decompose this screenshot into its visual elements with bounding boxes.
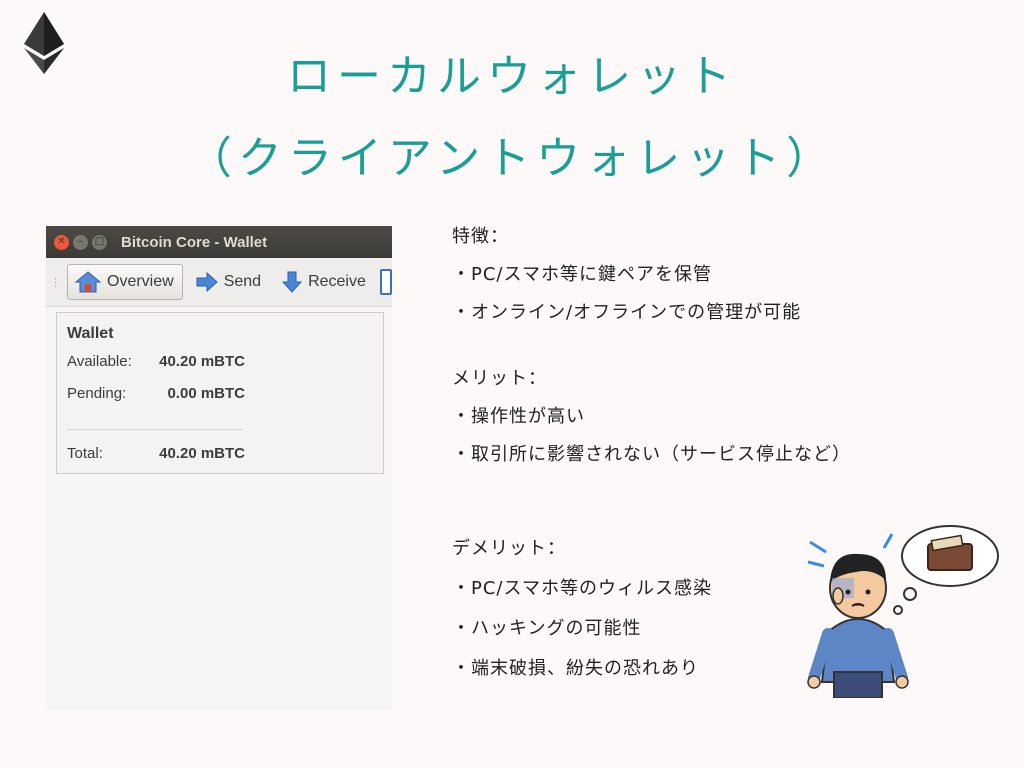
available-value: 40.20 mBTC bbox=[159, 353, 245, 370]
pending-row: Pending: 0.00 mBTC bbox=[67, 385, 245, 402]
total-value: 40.20 mBTC bbox=[159, 445, 245, 462]
receive-label: Receive bbox=[308, 273, 366, 290]
demerit-item: ・ハッキングの可能性 bbox=[452, 618, 642, 639]
feature-item: ・オンライン/オフラインでの管理が可能 bbox=[452, 302, 802, 323]
merits-heading: メリット： bbox=[452, 368, 547, 389]
slide-title: ローカルウォレット bbox=[287, 51, 737, 102]
available-row: Available: 40.20 mBTC bbox=[67, 353, 245, 370]
divider bbox=[67, 429, 243, 430]
close-icon[interactable]: ✕ bbox=[54, 234, 69, 250]
arrow-down-icon bbox=[281, 271, 303, 293]
pending-value: 0.00 mBTC bbox=[167, 385, 245, 402]
total-label: Total: bbox=[67, 445, 103, 462]
toolbar-grip-icon[interactable]: ⋮ bbox=[50, 276, 61, 289]
bitcoin-core-window: ✕ – □ Bitcoin Core - Wallet ⋮ Overview S… bbox=[46, 226, 392, 710]
demerit-item: ・端末破損、紛失の恐れあり bbox=[452, 658, 699, 679]
home-icon bbox=[74, 271, 102, 293]
toolbar: ⋮ Overview Send Receive bbox=[46, 258, 392, 307]
send-button[interactable]: Send bbox=[189, 265, 269, 299]
feature-item: ・PC/スマホ等に鍵ペアを保管 bbox=[452, 264, 712, 285]
available-label: Available: bbox=[67, 353, 132, 370]
overview-button[interactable]: Overview bbox=[67, 264, 183, 300]
slide-subtitle: （クライアントウォレット） bbox=[187, 133, 837, 184]
window-title: Bitcoin Core - Wallet bbox=[121, 233, 268, 251]
arrow-right-icon bbox=[196, 271, 218, 293]
send-label: Send bbox=[223, 273, 262, 290]
pending-label: Pending: bbox=[67, 385, 127, 402]
transactions-icon[interactable] bbox=[379, 269, 392, 295]
total-row: Total: 40.20 mBTC bbox=[67, 445, 245, 462]
maximize-icon[interactable]: □ bbox=[92, 234, 107, 250]
worried-person-wallet-illustration bbox=[807, 525, 999, 698]
demerit-item: ・PC/スマホ等のウィルス感染 bbox=[452, 578, 712, 599]
minimize-icon[interactable]: – bbox=[73, 234, 88, 250]
window-titlebar: ✕ – □ Bitcoin Core - Wallet bbox=[46, 226, 392, 258]
receive-button[interactable]: Receive bbox=[275, 265, 374, 299]
merit-item: ・取引所に影響されない（サービス停止など） bbox=[452, 444, 851, 465]
overview-label: Overview bbox=[107, 273, 174, 290]
wallet-heading: Wallet bbox=[67, 325, 114, 342]
demerits-heading: デメリット： bbox=[452, 538, 566, 559]
wallet-panel: Wallet Available: 40.20 mBTC Pending: 0.… bbox=[56, 312, 384, 474]
merit-item: ・操作性が高い bbox=[452, 406, 585, 427]
features-heading: 特徴： bbox=[452, 226, 509, 247]
